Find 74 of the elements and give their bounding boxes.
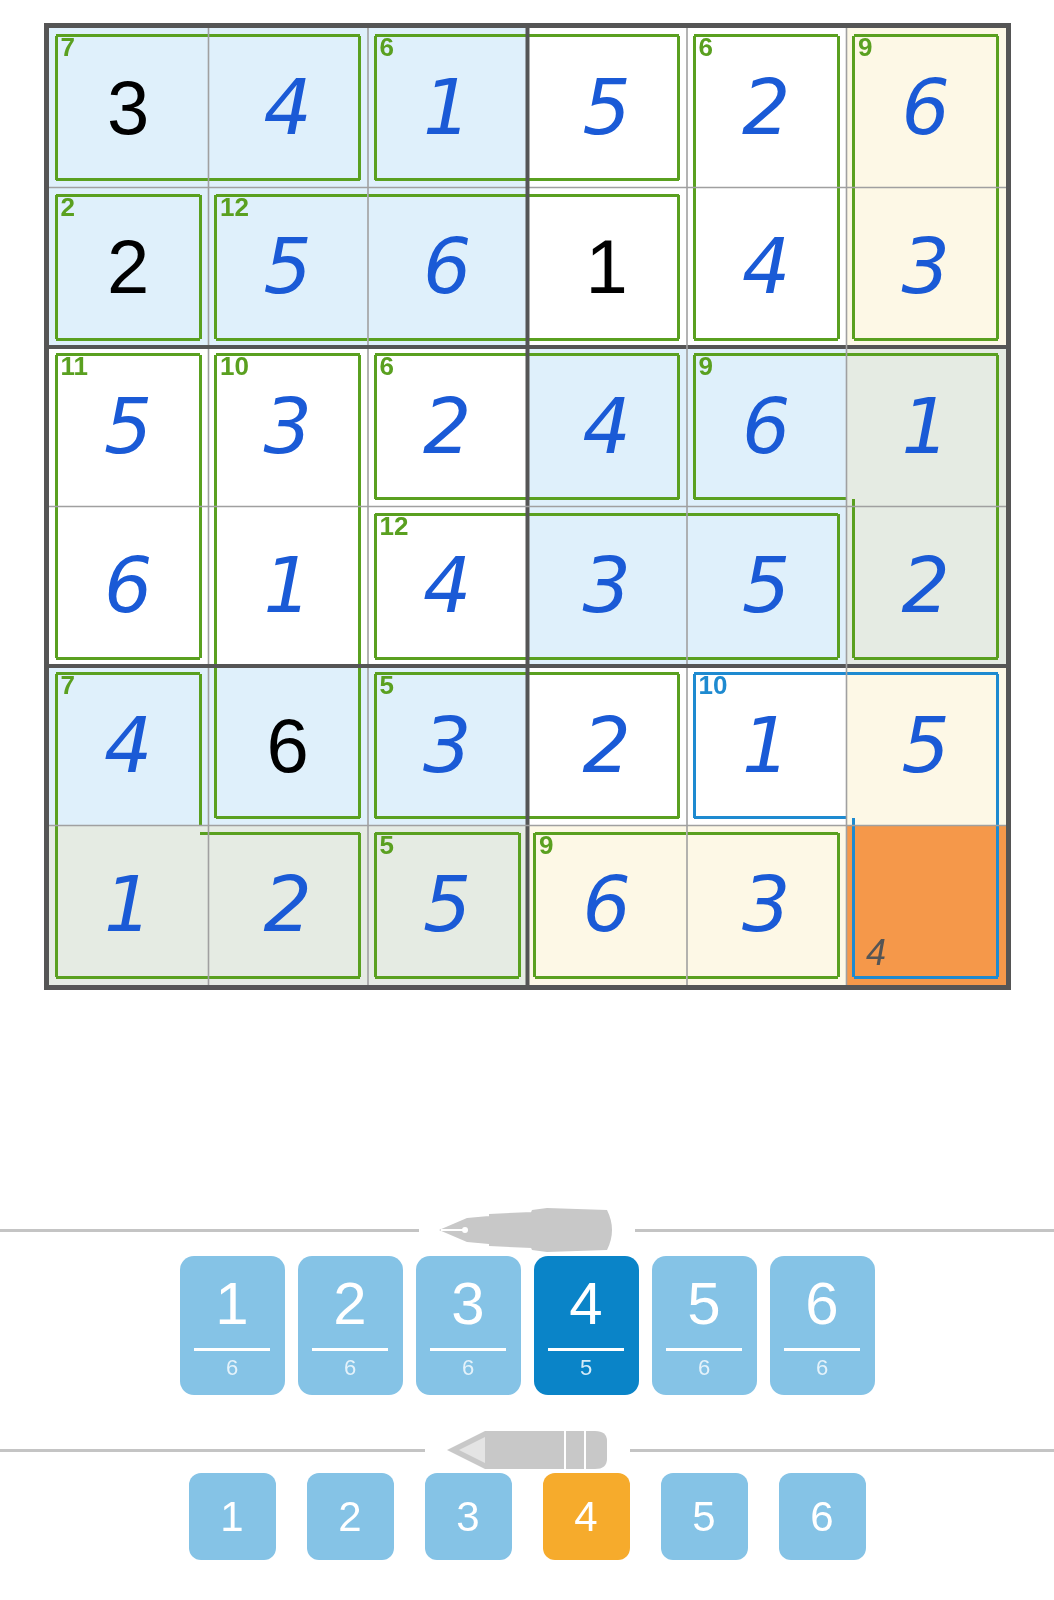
cell-digit: 6	[742, 388, 791, 465]
cell-digit: 3	[901, 229, 950, 306]
cell-digit: 6	[423, 229, 472, 306]
grid-cell[interactable]: 6 1	[367, 28, 527, 188]
cell-digit: 1	[263, 548, 312, 625]
cage-sum: 7	[60, 672, 75, 698]
number-button[interactable]: 4 5	[533, 1256, 639, 1395]
grid-cell[interactable]: 9 6	[527, 825, 687, 985]
cage-sum: 6	[698, 34, 713, 60]
cage-sum: 9	[698, 353, 713, 379]
cell-digit: 6	[582, 867, 631, 944]
cage-sum: 6	[379, 353, 394, 379]
cage-sum: 5	[379, 831, 394, 858]
cell-digit: 2	[107, 229, 150, 306]
grid-cell[interactable]: 5	[686, 506, 846, 666]
cell-digit: 2	[263, 867, 312, 944]
cell-digit: 2	[582, 707, 631, 784]
grid-cell[interactable]: 3	[846, 187, 1006, 347]
cell-digit: 2	[742, 69, 791, 146]
cell-digit: 3	[742, 867, 791, 944]
grid-cell[interactable]: 7 3	[48, 28, 208, 188]
cell-digit: 5	[423, 867, 472, 944]
grid-cell[interactable]: 7 4	[48, 666, 208, 826]
cage-sum: 11	[60, 353, 88, 379]
cell-digit: 3	[582, 548, 631, 625]
cell-digit: 5	[742, 548, 791, 625]
grid-cell[interactable]: 3	[686, 825, 846, 985]
cage-sum: 10	[698, 672, 728, 698]
grid-cell[interactable]: 6	[367, 187, 527, 347]
cell-digit: 6	[901, 69, 950, 146]
cell-digit: 1	[901, 388, 950, 465]
grid-cell[interactable]: 4	[208, 28, 368, 188]
grid-cell[interactable]: 5	[846, 666, 1006, 826]
grid-cell[interactable]: 1	[846, 347, 1006, 507]
cage-sum: 2	[60, 193, 75, 220]
grid-cell[interactable]: 1	[48, 825, 208, 985]
cell-digit: 5	[104, 388, 153, 465]
cell-digit: 2	[423, 388, 472, 465]
cell-digit: 4	[104, 707, 153, 784]
cage-sum: 7	[60, 34, 75, 60]
grid-cell[interactable]: 9 6	[846, 28, 1006, 188]
grid-cell[interactable]: 3	[527, 506, 687, 666]
cell-digit: 1	[742, 707, 791, 784]
cell-digit: 4	[582, 388, 631, 465]
cell-digit: 4	[263, 69, 312, 146]
cage-sum: 6	[379, 34, 394, 60]
cell-digit: 6	[104, 548, 153, 625]
cell-digit: 1	[423, 69, 472, 146]
grid-cell[interactable]: 12 5	[208, 187, 368, 347]
cell-digit: 3	[423, 707, 472, 784]
grid-cell[interactable]: 9 6	[686, 347, 846, 507]
grid-cell[interactable]: 5 3	[367, 666, 527, 826]
cell-digit: 6	[266, 707, 309, 784]
cell-digit: 4	[423, 548, 472, 625]
grid-cell[interactable]: 5 5	[367, 825, 527, 985]
cage-sum: 10	[220, 353, 249, 379]
cell-digit: 3	[107, 69, 150, 146]
cage-sum: 5	[379, 672, 394, 698]
cage-sum: 12	[220, 193, 249, 220]
pencil-mark: 4	[866, 935, 887, 971]
cell-digit: 1	[104, 867, 153, 944]
grid-cell[interactable]: 2 2	[48, 187, 208, 347]
cage-sum: 9	[858, 34, 873, 60]
grid-cell[interactable]: 6	[208, 666, 368, 826]
cell-digit: 4	[742, 229, 791, 306]
cell-digit: 5	[901, 707, 950, 784]
cell-digit: 3	[263, 388, 312, 465]
cage-sum: 12	[379, 512, 409, 539]
cage-sum: 9	[539, 831, 554, 858]
grid-cell[interactable]: 4	[527, 347, 687, 507]
cell-digit: 1	[585, 229, 628, 306]
cell-digit: 5	[263, 229, 312, 306]
cell-digit: 2	[901, 548, 950, 625]
cell-digit: 5	[582, 69, 631, 146]
